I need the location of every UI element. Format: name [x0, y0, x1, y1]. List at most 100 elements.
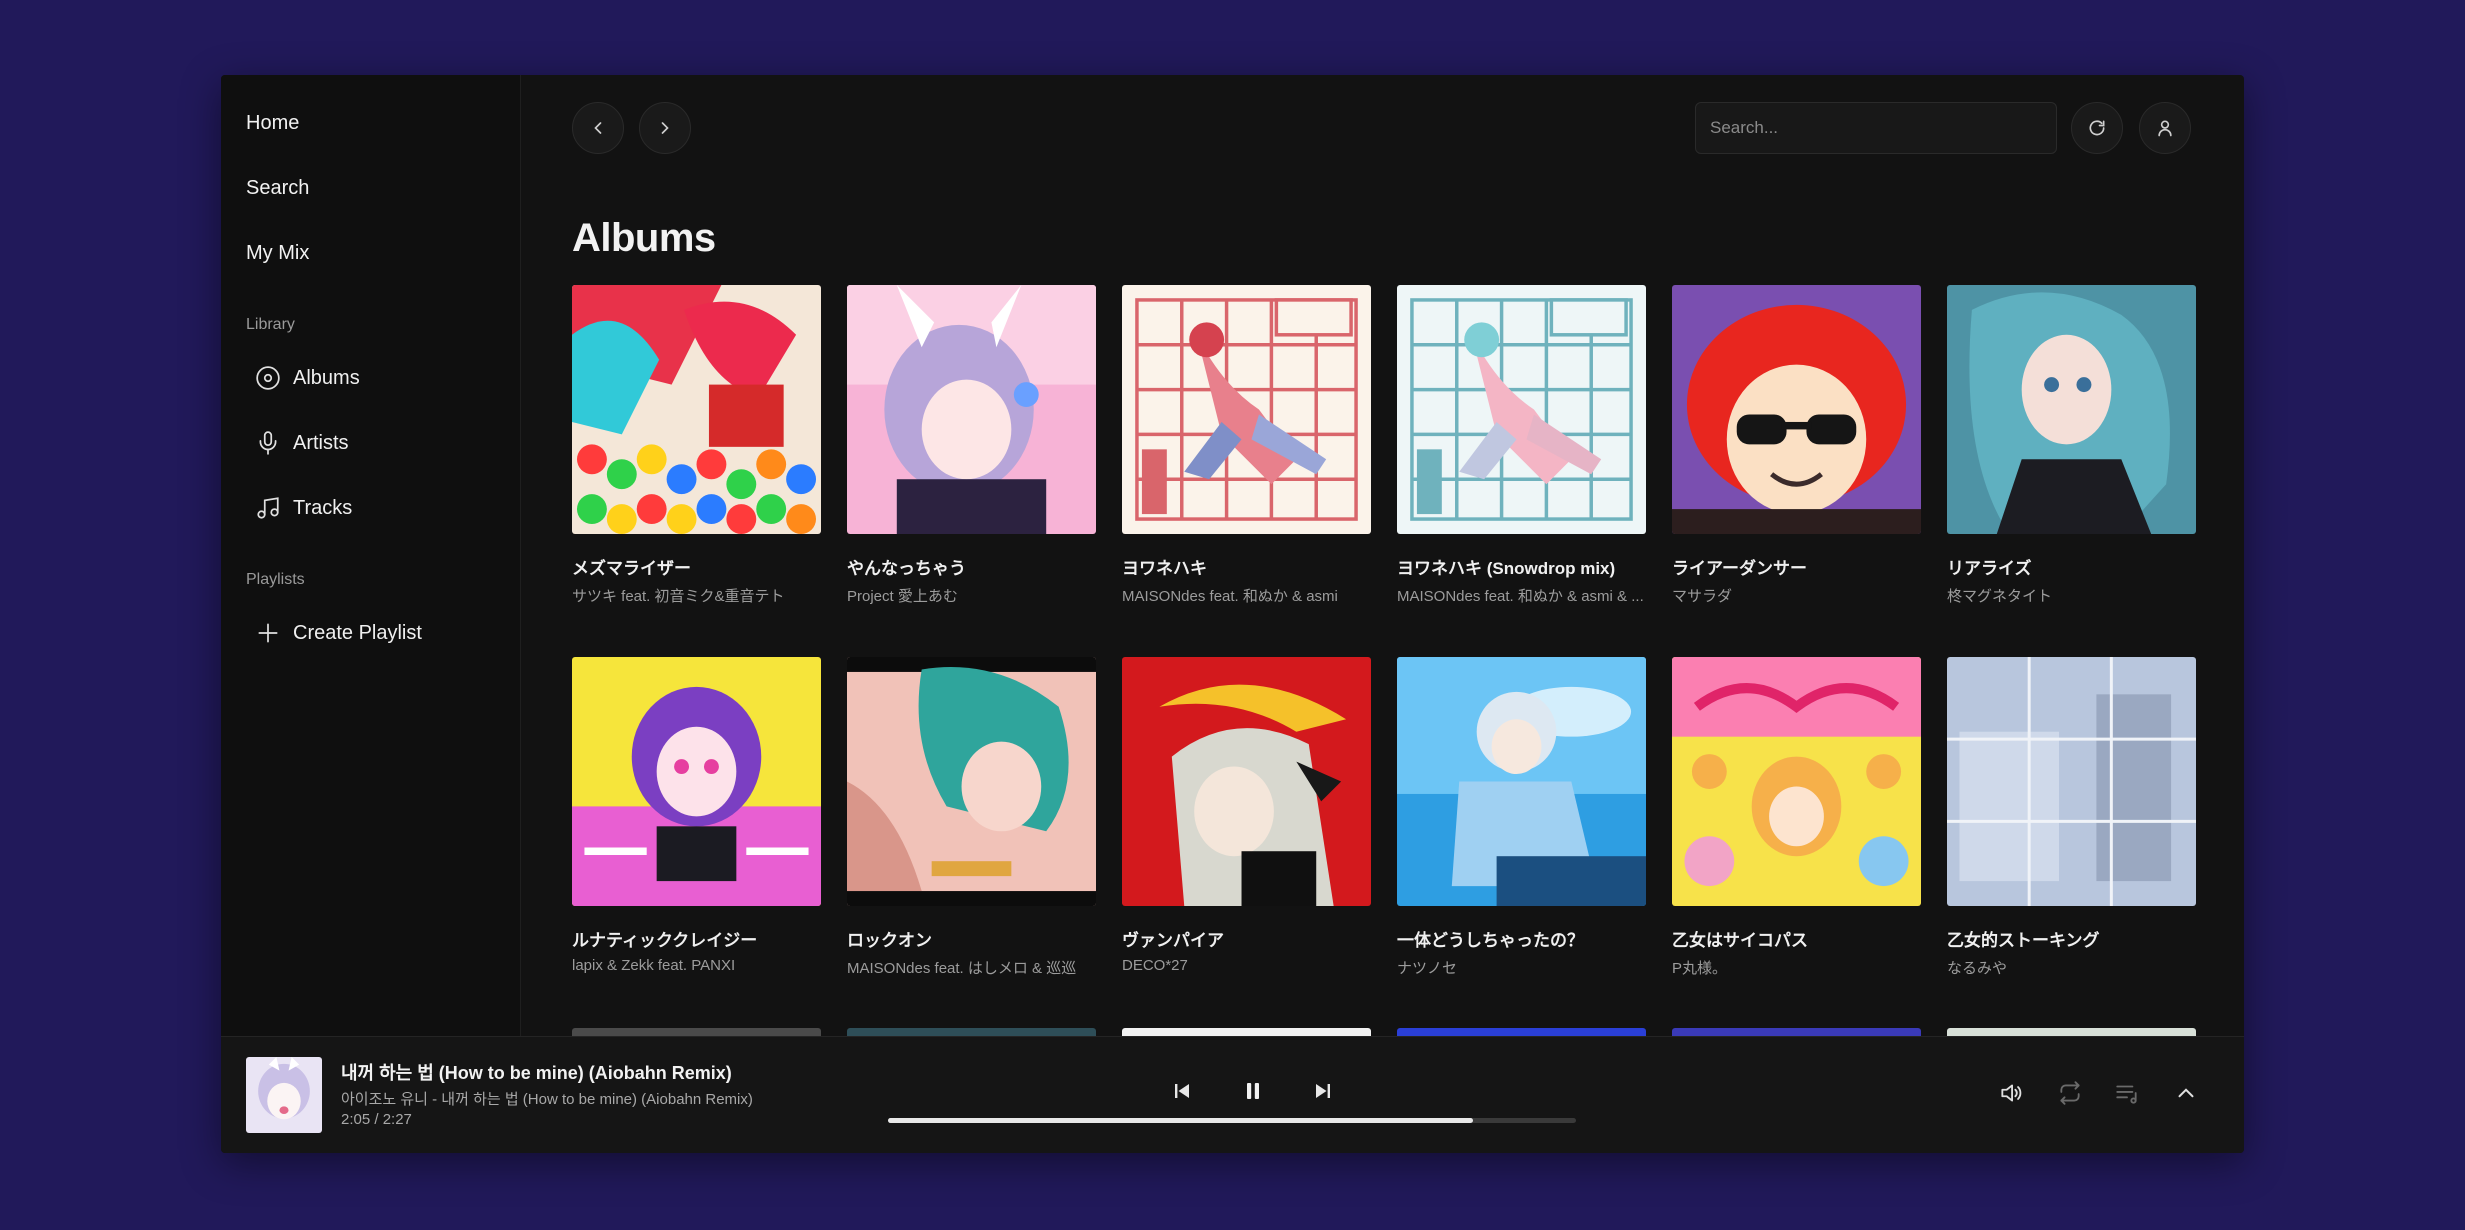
create-playlist-label: Create Playlist — [293, 621, 422, 644]
pause-icon — [1247, 1083, 1259, 1099]
album-cover — [572, 657, 821, 906]
album-card[interactable] — [1122, 1028, 1371, 1036]
page-title: Albums — [572, 216, 716, 260]
album-card[interactable] — [1947, 1028, 2196, 1036]
refresh-button[interactable] — [2071, 102, 2123, 154]
nav-my-mix[interactable]: My Mix — [246, 242, 309, 265]
album-card[interactable]: ライアーダンサー マサラダ — [1672, 285, 1921, 606]
progress-fill — [888, 1118, 1473, 1123]
library-heading: Library — [246, 316, 295, 333]
album-artist: P丸様。 — [1672, 960, 1728, 977]
album-card[interactable]: リアライズ 柊マグネタイト — [1947, 285, 2196, 606]
album-card[interactable]: ヨワネハキ (Snowdrop mix) MAISONdes feat. 和ぬか… — [1397, 285, 1646, 606]
album-card[interactable]: ロックオン MAISONdes feat. はしメロ & 巡巡 — [847, 657, 1096, 978]
now-playing-time: 2:05 / 2:27 — [341, 1111, 412, 1128]
volume-button[interactable] — [1993, 1075, 2029, 1111]
album-card[interactable] — [1672, 1028, 1921, 1036]
album-card[interactable]: やんなっちゃう Project 愛上あむ — [847, 285, 1096, 606]
album-card[interactable] — [572, 1028, 821, 1036]
queue-button[interactable] — [2109, 1075, 2145, 1111]
album-cover — [1397, 657, 1646, 906]
album-cover — [1947, 1028, 2196, 1036]
album-card[interactable]: 一体どうしちゃったの？ ナツノセ — [1397, 657, 1646, 978]
album-card[interactable]: ヨワネハキ MAISONdes feat. 和ぬか & asmi — [1122, 285, 1371, 606]
app-window: Home Search My Mix Library Albums Artist… — [221, 75, 2244, 1153]
album-title: メズマライザー — [572, 559, 691, 578]
sidebar: Home Search My Mix Library Albums Artist… — [221, 75, 521, 1036]
album-cover — [1122, 285, 1371, 534]
user-icon — [2158, 120, 2172, 137]
forward-button[interactable] — [639, 102, 691, 154]
album-card[interactable] — [847, 1028, 1096, 1036]
album-artist: MAISONdes feat. 和ぬか & asmi & ... — [1397, 588, 1644, 605]
pause-button[interactable] — [1233, 1071, 1273, 1111]
now-playing-subtitle: 아이조노 유니 - 내꺼 하는 법 (How to be mine) (Aiob… — [341, 1091, 753, 1108]
sidebar-item-tracks[interactable]: Tracks — [254, 491, 352, 525]
previous-button[interactable] — [1162, 1071, 1202, 1111]
user-button[interactable] — [2139, 102, 2191, 154]
back-button[interactable] — [572, 102, 624, 154]
album-cover — [1122, 657, 1371, 906]
album-cover — [1947, 657, 2196, 906]
album-title: 乙女はサイコパス — [1672, 931, 1808, 950]
album-title: ヴァンパイア — [1122, 931, 1224, 950]
album-artist: サツキ feat. 初音ミク&重音テト — [572, 588, 785, 605]
next-button[interactable] — [1303, 1071, 1343, 1111]
album-artist: なるみや — [1947, 960, 2008, 977]
plus-icon — [254, 619, 282, 647]
album-cover — [1122, 1028, 1371, 1036]
album-card[interactable]: 乙女的ストーキング なるみや — [1947, 657, 2196, 978]
album-cover — [847, 285, 1096, 534]
album-cover — [847, 1028, 1096, 1036]
create-playlist-button[interactable]: Create Playlist — [254, 616, 422, 650]
expand-button[interactable] — [2168, 1075, 2204, 1111]
album-card[interactable]: ルナティッククレイジー lapix & Zekk feat. PANXI — [572, 657, 821, 974]
album-artist: MAISONdes feat. 和ぬか & asmi — [1122, 588, 1338, 605]
player-bar: 내꺼 하는 법 (How to be mine) (Aiobahn Remix)… — [221, 1036, 2244, 1153]
album-card[interactable]: ヴァンパイア DECO*27 — [1122, 657, 1371, 974]
chevron-up-icon — [2178, 1088, 2194, 1098]
album-cover — [1947, 285, 2196, 534]
microphone-icon — [254, 429, 282, 457]
album-title: 一体どうしちゃったの？ — [1397, 931, 1584, 950]
repeat-icon — [2060, 1081, 2080, 1105]
chevron-right-icon — [661, 122, 669, 134]
album-title: ルナティッククレイジー — [572, 931, 758, 950]
music-note-icon — [254, 494, 282, 522]
album-card[interactable]: 乙女はサイコパス P丸様。 — [1672, 657, 1921, 978]
album-cover — [572, 285, 821, 534]
volume-icon — [2001, 1084, 2022, 1102]
repeat-button[interactable] — [2052, 1075, 2088, 1111]
sidebar-item-label: Tracks — [293, 496, 353, 519]
album-cover — [572, 1028, 821, 1036]
skip-back-icon — [1175, 1084, 1189, 1098]
now-playing-title: 내꺼 하는 법 (How to be mine) (Aiobahn Remix) — [341, 1063, 732, 1083]
album-title: ロックオン — [847, 931, 932, 950]
album-artist: DECO*27 — [1122, 957, 1188, 974]
album-cover — [1397, 1028, 1646, 1036]
album-cover — [1672, 285, 1921, 534]
album-cover — [847, 657, 1096, 906]
search-input[interactable] — [1695, 102, 2057, 154]
nav-home[interactable]: Home — [246, 112, 299, 135]
disc-icon — [254, 364, 282, 392]
sidebar-item-artists[interactable]: Artists — [254, 426, 349, 460]
sidebar-item-albums[interactable]: Albums — [254, 361, 360, 395]
now-playing-artwork[interactable] — [246, 1057, 322, 1133]
album-artist: ナツノセ — [1397, 960, 1458, 977]
album-title: やんなっちゃう — [847, 559, 966, 578]
album-artist: lapix & Zekk feat. PANXI — [572, 957, 736, 974]
nav-search[interactable]: Search — [246, 177, 309, 200]
progress-bar[interactable] — [888, 1118, 1576, 1123]
album-cover — [1672, 657, 1921, 906]
album-cover — [1672, 1028, 1921, 1036]
sidebar-item-label: Albums — [293, 366, 360, 389]
playlists-heading: Playlists — [246, 571, 305, 588]
album-title: ヨワネハキ (Snowdrop mix) — [1397, 559, 1616, 578]
album-cover — [1397, 285, 1646, 534]
album-card[interactable] — [1397, 1028, 1646, 1036]
album-title: ヨワネハキ — [1122, 559, 1207, 578]
album-card[interactable]: メズマライザー サツキ feat. 初音ミク&重音テト — [572, 285, 821, 606]
skip-forward-icon — [1316, 1084, 1330, 1098]
album-title: 乙女的ストーキング — [1947, 931, 2100, 950]
